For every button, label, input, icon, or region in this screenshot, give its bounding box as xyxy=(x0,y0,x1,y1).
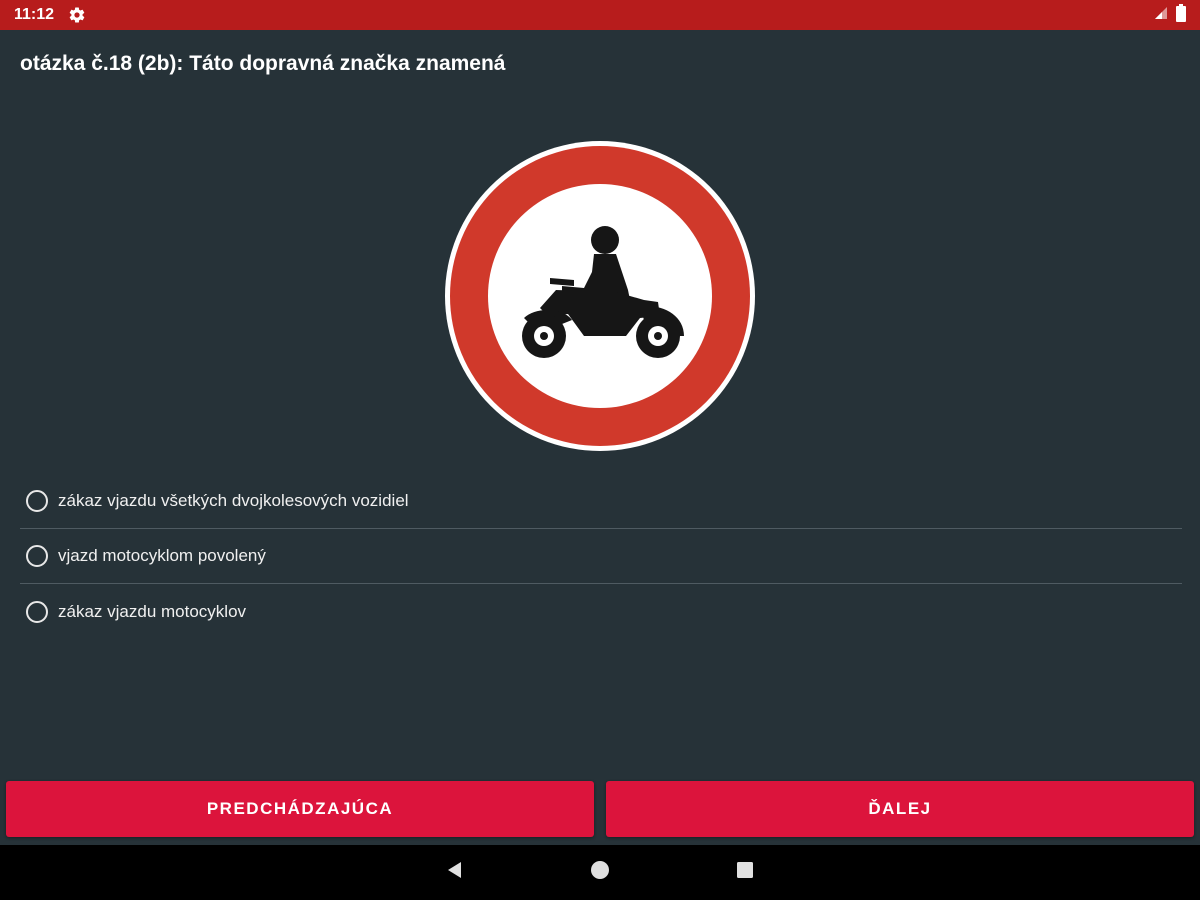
home-icon[interactable] xyxy=(590,860,610,885)
status-bar: 11:12 xyxy=(0,0,1200,30)
answer-option-1[interactable]: zákaz vjazdu všetkých dvojkolesových voz… xyxy=(20,474,1182,529)
answer-option-label: zákaz vjazdu všetkých dvojkolesových voz… xyxy=(58,491,409,510)
answer-option-3[interactable]: zákaz vjazdu motocyklov xyxy=(20,584,1182,639)
question-title: otázka č.18 (2b): Táto dopravná značka z… xyxy=(20,52,506,75)
answer-option-label: zákaz vjazdu motocyklov xyxy=(58,601,247,621)
no-motorcycles-sign-icon xyxy=(445,141,755,451)
signal-icon xyxy=(1154,6,1168,25)
radio-button-icon[interactable] xyxy=(26,545,48,567)
answer-option-label: vjazd motocyklom povolený xyxy=(58,546,266,565)
battery-icon xyxy=(1176,3,1186,27)
back-icon[interactable] xyxy=(445,860,465,885)
system-nav-bar xyxy=(0,845,1200,900)
radio-button-icon[interactable] xyxy=(26,600,48,623)
answer-options: zákaz vjazdu všetkých dvojkolesových voz… xyxy=(20,474,1182,639)
previous-button[interactable]: PREDCHÁDZAJÚCA xyxy=(6,781,594,837)
status-time: 11:12 xyxy=(14,6,55,23)
status-icons xyxy=(1154,3,1186,27)
answer-option-2[interactable]: vjazd motocyklom povolený xyxy=(20,529,1182,584)
gear-icon xyxy=(68,6,86,24)
navigation-buttons: PREDCHÁDZAJÚCA ĎALEJ xyxy=(6,781,1194,837)
recents-icon[interactable] xyxy=(735,860,755,885)
next-button[interactable]: ĎALEJ xyxy=(606,781,1194,837)
radio-button-icon[interactable] xyxy=(26,490,48,512)
traffic-sign-image xyxy=(444,140,756,452)
